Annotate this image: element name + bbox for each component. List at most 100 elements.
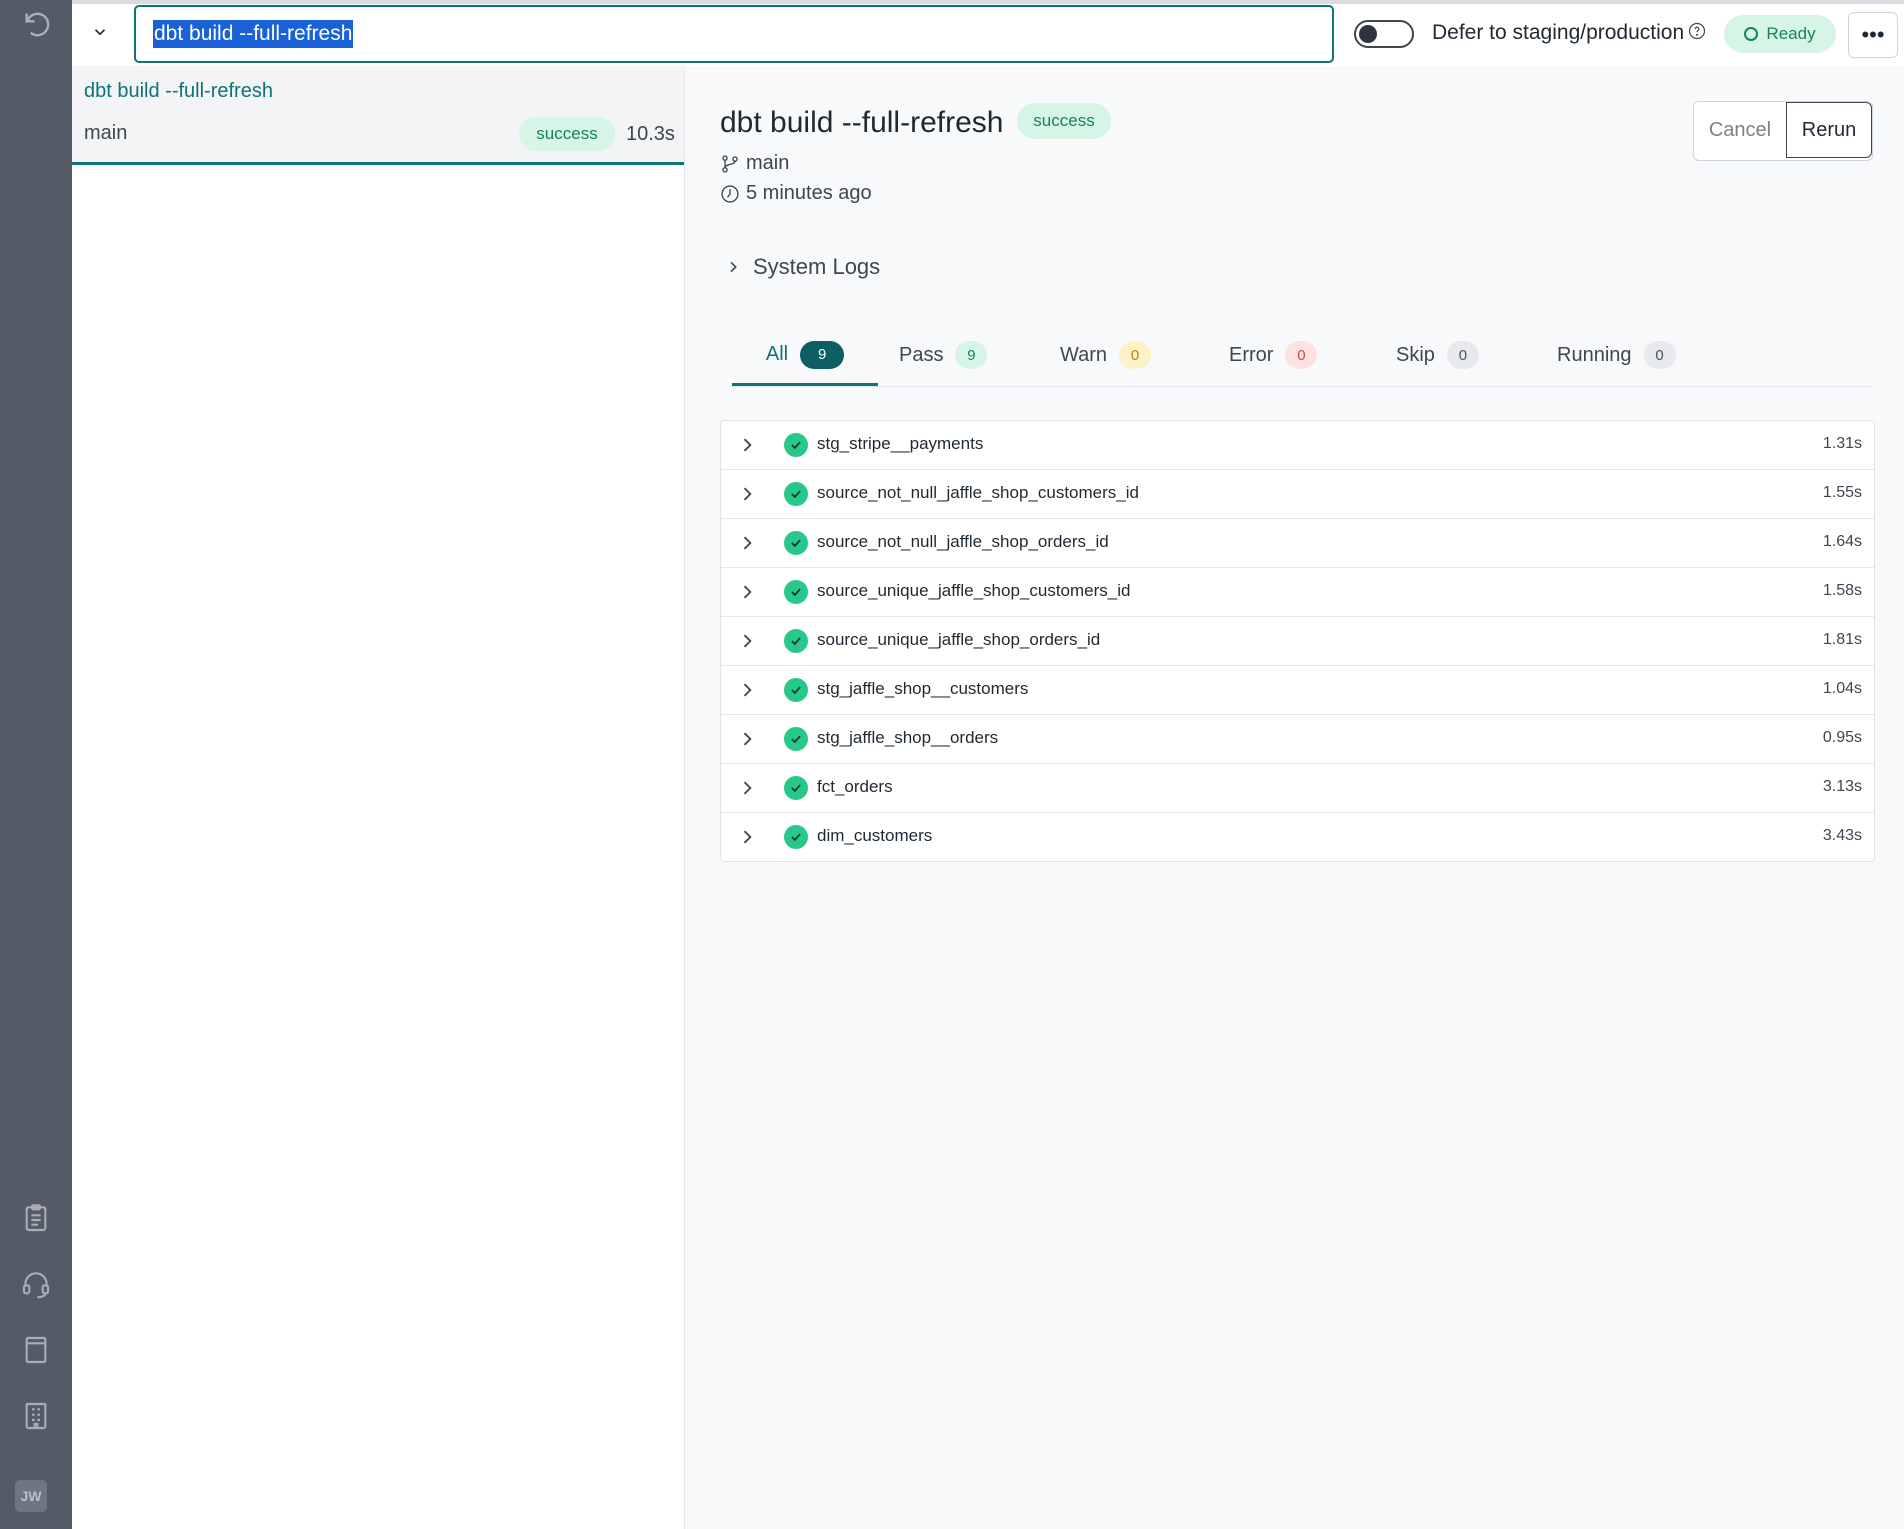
tab-count: 9 [800,340,845,369]
run-detail-panel: dbt build --full-refresh success main 5 … [685,66,1904,1529]
chevron-down-icon [94,29,106,36]
headset-icon[interactable] [18,1266,54,1302]
left-rail: JW [0,0,72,1529]
cancel-button[interactable]: Cancel [1694,102,1786,158]
git-branch-icon [722,154,738,173]
detail-status-badge: success [1017,103,1111,139]
table-row[interactable]: stg_jaffle_shop__customers 1.04s [721,665,1874,714]
node-list: stg_stripe__payments 1.31s source_not_null… [720,420,1875,862]
undo-icon[interactable] [18,6,54,42]
run-list-panel: dbt build --full-refresh main success 10… [72,66,685,1529]
status-tabs: All 9 Pass 9 Warn 0 Error 0 Skip 0 Runni… [732,326,1872,387]
node-duration: 3.13s [1822,778,1862,795]
building-icon[interactable] [18,1398,54,1434]
node-name: source_unique_jaffle_shop_customers_id [817,581,1131,600]
chevron-right-icon[interactable] [737,778,757,798]
chevron-right-icon[interactable] [737,827,757,847]
run-branch: main [84,122,128,144]
chevron-right-icon[interactable] [737,533,757,553]
tab-count: 0 [1446,341,1479,369]
tab-count: 0 [1119,341,1152,369]
system-logs-label: System Logs [753,254,881,279]
success-check-icon [784,531,808,555]
table-row[interactable]: stg_stripe__payments 1.31s [721,421,1874,469]
node-duration: 1.81s [1822,631,1862,648]
node-name: fct_orders [817,777,893,796]
chevron-right-icon[interactable] [737,631,757,651]
chevron-right-icon[interactable] [737,435,757,455]
node-name: source_unique_jaffle_shop_orders_id [817,630,1101,649]
success-check-icon [784,776,808,800]
tab-error[interactable]: Error 0 [1229,326,1318,384]
tab-count: 0 [1285,341,1318,369]
detail-time-label: 5 minutes ago [746,182,872,204]
tab-running[interactable]: Running 0 [1557,326,1676,384]
defer-toggle[interactable] [1354,20,1414,48]
table-row[interactable]: fct_orders 3.13s [721,763,1874,812]
table-row[interactable]: source_not_null_jaffle_shop_orders_id 1.6… [721,518,1874,567]
tab-label: Warn [1060,343,1108,366]
node-duration: 1.55s [1822,484,1862,501]
success-check-icon [784,629,808,653]
node-name: stg_jaffle_shop__customers [817,679,1029,698]
success-check-icon [784,433,808,457]
success-check-icon [784,678,808,702]
tab-count: 0 [1643,341,1676,369]
tab-warn[interactable]: Warn 0 [1060,326,1152,384]
node-duration: 1.64s [1822,533,1862,550]
table-row[interactable]: stg_jaffle_shop__orders 0.95s [721,714,1874,763]
run-list-item[interactable]: dbt build --full-refresh main success 10… [72,66,684,165]
table-row[interactable]: source_not_null_jaffle_shop_customers_id… [721,469,1874,518]
rerun-button[interactable]: Rerun [1786,102,1872,158]
ready-label: Ready [1766,24,1816,43]
top-strip [72,0,1904,4]
node-name: dim_customers [817,826,933,845]
tab-label: Running [1557,343,1632,366]
help-icon[interactable] [1688,22,1706,40]
tab-all[interactable]: All 9 [732,326,878,386]
more-options-button[interactable]: ••• [1848,12,1898,58]
command-input-text: dbt build --full-refresh [153,20,354,48]
chevron-right-icon[interactable] [737,729,757,749]
success-check-icon [784,482,808,506]
chevron-right-icon[interactable] [737,680,757,700]
success-check-icon [784,580,808,604]
collapse-button[interactable] [80,12,120,52]
command-input[interactable]: dbt build --full-refresh [134,5,1334,63]
system-logs-toggle[interactable]: System Logs [725,254,880,280]
table-row[interactable]: source_unique_jaffle_shop_orders_id 1.81s [721,616,1874,665]
tab-label: Error [1229,343,1274,366]
status-ring-icon [1744,27,1759,41]
table-row[interactable]: source_unique_jaffle_shop_customers_id 1.… [721,567,1874,616]
avatar[interactable]: JW [15,1480,47,1512]
node-name: stg_stripe__payments [817,434,984,453]
run-status-badge: success [519,117,615,151]
node-name: source_not_null_jaffle_shop_orders_id [817,532,1109,551]
tab-pass[interactable]: Pass 9 [899,326,988,384]
clock-icon [721,184,739,203]
node-duration: 1.04s [1822,680,1862,697]
clipboard-icon[interactable] [18,1200,54,1236]
book-icon[interactable] [18,1332,54,1368]
node-name: stg_jaffle_shop__orders [817,728,999,747]
tab-skip[interactable]: Skip 0 [1396,326,1479,384]
success-check-icon [784,727,808,751]
chevron-right-icon[interactable] [737,582,757,602]
defer-label: Defer to staging/production [1432,21,1685,44]
detail-time: 5 minutes ago [720,182,872,205]
chevron-right-icon[interactable] [737,484,757,504]
run-title: dbt build --full-refresh [84,80,273,102]
success-check-icon [784,825,808,849]
node-duration: 1.31s [1822,435,1862,452]
node-name: source_not_null_jaffle_shop_customers_id [817,483,1139,502]
node-duration: 3.43s [1822,827,1862,844]
node-duration: 1.58s [1822,582,1862,599]
run-duration: 10.3s [626,123,675,145]
action-buttons: Cancel Rerun [1693,101,1873,161]
table-row[interactable]: dim_customers 3.43s [721,812,1874,861]
detail-title: dbt build --full-refresh [720,106,1004,139]
node-duration: 0.95s [1822,729,1862,746]
tab-label: Skip [1396,343,1435,366]
toggle-knob [1359,25,1377,43]
detail-branch: main [720,152,789,175]
